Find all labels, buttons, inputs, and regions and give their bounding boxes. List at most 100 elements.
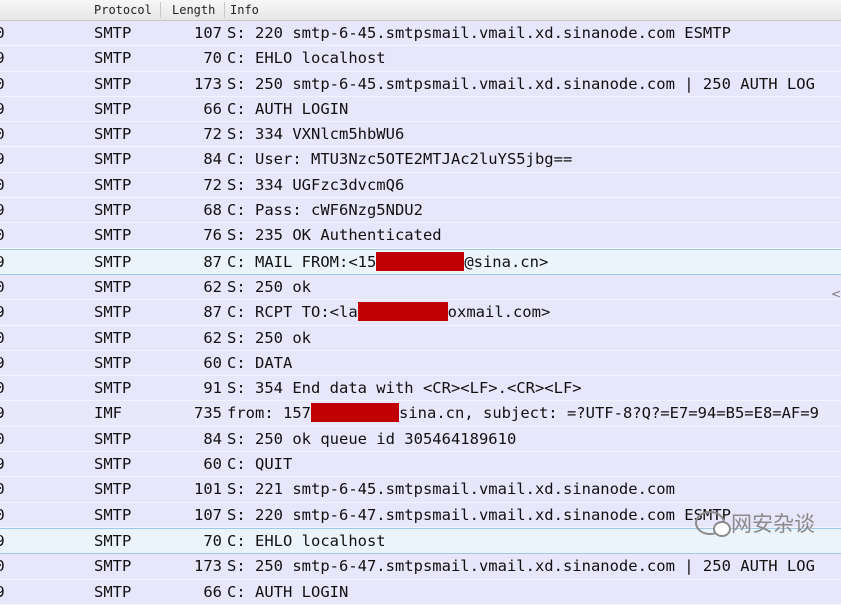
info-text: C: EHLO localhost [227,531,386,550]
packet-time-cell: 00 [0,74,16,94]
info-text: C: AUTH LOGIN [227,99,349,118]
packet-row[interactable]: 29 SMTP 68 C: Pass: cWF6Nzg5NDU2 [0,198,841,224]
packet-list-header: Protocol Length Info [0,0,841,21]
packet-protocol-cell: SMTP [94,557,132,576]
packet-length-cell: 62 [203,328,222,347]
packet-protocol-cell: SMTP [94,252,132,271]
packet-length-cell: 87 [203,252,222,271]
column-divider[interactable] [160,2,161,18]
column-header-info[interactable]: Info [230,3,259,17]
packet-row[interactable]: 00 SMTP 173 S: 250 smtp-6-45.smtpsmail.vmai… [0,71,841,97]
packet-length-cell: 173 [194,74,222,93]
column-divider[interactable] [224,2,225,18]
watermark-text: 网安杂谈 [731,512,815,536]
packet-protocol-cell: SMTP [94,328,132,347]
packet-info-cell: S: 220 smtp-6-45.smtpsmail.vmail.xd.sina… [227,23,731,43]
packet-protocol-cell: SMTP [94,505,132,524]
packet-row[interactable]: 29 SMTP 87 C: RCPT TO:<la oxmail.com> [0,300,841,326]
packet-row[interactable]: 00 SMTP 91 S: 354 End data with <CR><LF>.<C… [0,376,841,402]
packet-row[interactable]: 29 SMTP 66 C: AUTH LOGIN [0,96,841,123]
packet-protocol-cell: SMTP [94,175,132,194]
packet-time-cell: 29 [0,403,16,423]
packet-row[interactable]: 00 SMTP 72 S: 334 VXNlcm5hbWU6 [0,122,841,148]
packet-info-cell: C: AUTH LOGIN [227,99,348,119]
packet-info-cell: S: 250 ok [227,328,311,348]
packet-time-cell: 00 [0,175,16,195]
packet-row[interactable]: 00 SMTP 84 S: 250 ok queue id 305464189610 [0,426,841,453]
packet-row[interactable]: 00 SMTP 62 S: 250 ok [0,325,841,351]
packet-protocol-cell: SMTP [94,531,132,550]
info-text: S: 250 ok [227,277,311,296]
packet-time-cell: 00 [0,556,16,576]
info-text: S: 250 ok [227,328,311,347]
column-header-length[interactable]: Length [172,3,215,17]
packet-protocol-cell: SMTP [94,353,132,372]
packet-protocol-cell: SMTP [94,303,132,322]
packet-row[interactable]: 00 SMTP 101 S: 221 smtp-6-45.smtpsmail.vmai… [0,477,841,503]
packet-info-cell: C: QUIT [227,454,292,474]
packet-length-cell: 60 [203,353,222,372]
packet-protocol-cell: SMTP [94,99,132,118]
packet-row[interactable]: 29 SMTP 66 C: AUTH LOGIN [0,579,841,605]
packet-length-cell: 101 [194,480,222,499]
packet-length-cell: 76 [203,226,222,245]
wechat-icon [695,511,731,537]
packet-time-cell: 29 [0,200,16,220]
packet-row[interactable]: 29 SMTP 60 C: DATA [0,350,841,377]
packet-time-cell: 29 [0,353,16,373]
packet-row[interactable]: 29 IMF 735 from: 157 sina.cn, subject: =?UTF… [0,401,841,427]
scroll-handle-icon[interactable]: < [831,287,841,301]
packet-info-cell: C: EHLO localhost [227,531,386,551]
packet-row[interactable]: 29 SMTP 87 C: MAIL FROM:<15 @sina.cn> [0,248,841,275]
packet-length-cell: 60 [203,455,222,474]
packet-info-cell: S: 354 End data with <CR><LF>.<CR><LF> [227,378,582,398]
packet-info-cell: S: 235 OK Authenticated [227,225,442,245]
info-text: C: User: MTU3Nzc5OTE2MTJAc2luYS5jbg== [227,150,573,169]
packet-time-cell: 00 [0,505,16,525]
packet-info-cell: S: 334 UGFzc3dvcmQ6 [227,175,404,195]
info-text: @sina.cn> [464,252,549,271]
packet-row[interactable]: 29 SMTP 70 C: EHLO localhost [0,46,841,72]
packet-row[interactable]: 00 SMTP 72 S: 334 UGFzc3dvcmQ6 [0,172,841,199]
packet-protocol-cell: SMTP [94,480,132,499]
info-text: oxmail.com> [447,303,551,322]
info-text: S: 250 smtp-6-47.smtpsmail.vmail.xd.sina… [227,557,815,576]
packet-row[interactable]: 00 SMTP 107 S: 220 smtp-6-45.smtpsmail.vmai… [0,21,841,47]
packet-protocol-cell: SMTP [94,74,132,93]
packet-info-cell: S: 334 VXNlcm5hbWU6 [227,124,404,144]
packet-length-cell: 91 [203,379,222,398]
packet-length-cell: 173 [194,557,222,576]
info-text: C: AUTH LOGIN [227,582,349,601]
packet-info-cell: from: 157 sina.cn, subject: =?UTF-8?Q?=E7… [227,403,819,423]
packet-info-cell: S: 250 smtp-6-47.smtpsmail.vmail.xd.sina… [227,556,815,576]
info-text: S: 334 VXNlcm5hbWU6 [227,125,405,144]
packet-row[interactable]: 00 SMTP 76 S: 235 OK Authenticated [0,223,841,249]
packet-row[interactable]: 00 SMTP 62 S: 250 ok [0,274,841,301]
packet-protocol-cell: SMTP [94,24,132,42]
packet-protocol-cell: IMF [94,404,122,423]
packet-length-cell: 735 [194,404,222,423]
info-text: S: 220 smtp-6-45.smtpsmail.vmail.xd.sina… [227,24,731,42]
packet-length-cell: 84 [203,150,222,169]
info-text: C: RCPT TO:<la [227,303,358,322]
column-header-protocol[interactable]: Protocol [94,3,152,17]
info-text: S: 334 UGFzc3dvcmQ6 [227,175,405,194]
packet-length-cell: 87 [203,303,222,322]
info-text: C: EHLO localhost [227,49,386,68]
packet-info-cell: C: EHLO localhost [227,48,386,68]
packet-protocol-cell: SMTP [94,125,132,144]
redaction-block [311,403,399,423]
packet-protocol-cell: SMTP [94,582,132,601]
packet-time-cell: 00 [0,124,16,144]
packet-row[interactable]: 29 SMTP 84 C: User: MTU3Nzc5OTE2MTJAc2luYS5… [0,147,841,173]
info-text: S: 250 smtp-6-45.smtpsmail.vmail.xd.sina… [227,74,815,93]
packet-protocol-cell: SMTP [94,150,132,169]
packet-row[interactable]: 29 SMTP 60 C: QUIT [0,452,841,478]
packet-time-cell: 29 [0,149,16,169]
packet-length-cell: 107 [194,24,222,42]
packet-length-cell: 70 [203,531,222,550]
packet-info-cell: S: 250 smtp-6-45.smtpsmail.vmail.xd.sina… [227,74,815,94]
packet-length-cell: 66 [203,99,222,118]
packet-time-cell: 29 [0,454,16,474]
packet-protocol-cell: SMTP [94,455,132,474]
